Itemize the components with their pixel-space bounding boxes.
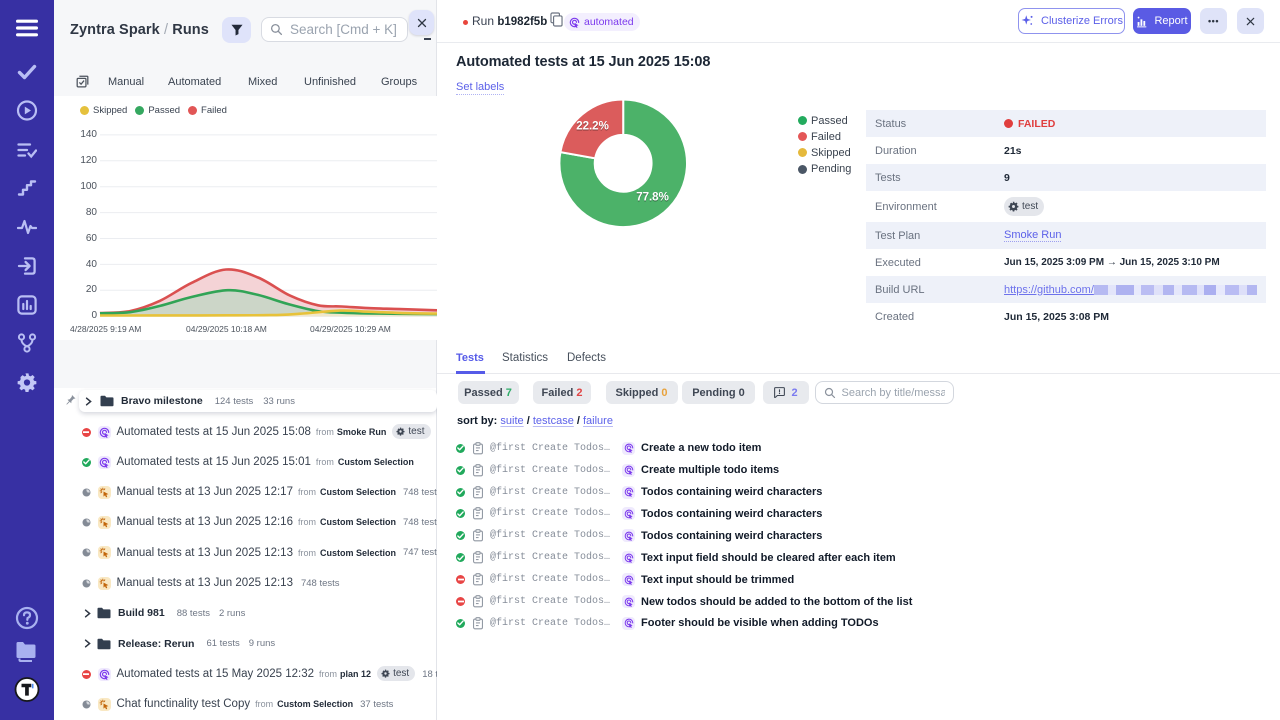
svg-text:77.8%: 77.8% bbox=[636, 192, 669, 204]
svg-text:22.2%: 22.2% bbox=[576, 121, 609, 133]
